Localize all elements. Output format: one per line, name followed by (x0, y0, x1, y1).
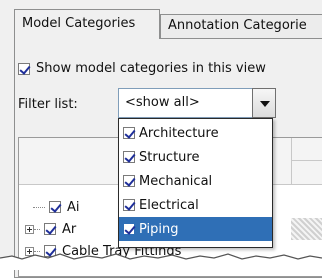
dropdown-item-label: Electrical (139, 197, 199, 213)
dropdown-item-label: Piping (139, 221, 179, 237)
grid-header-divider (291, 160, 322, 161)
checkbox-icon[interactable] (123, 151, 135, 163)
dropdown-item-label: Structure (139, 149, 200, 165)
visibility-graphics-dialog: Model Categories Annotation Categorie Sh… (0, 0, 322, 278)
tree-expander-icon[interactable] (25, 224, 34, 234)
dropdown-arrow-icon[interactable] (252, 88, 276, 118)
dropdown-item-label: Mechanical (139, 173, 213, 189)
dropdown-item[interactable]: Architecture (119, 121, 272, 145)
tree-connector (34, 228, 40, 230)
filter-list-label: Filter list: (18, 97, 78, 112)
dropdown-item[interactable]: Structure (119, 145, 272, 169)
checkbox-icon[interactable] (123, 199, 135, 211)
dropdown-item-selected[interactable]: Piping (119, 217, 272, 241)
grid-column-divider (291, 138, 292, 184)
filter-dropdown-list[interactable]: Architecture Structure Mechanical Electr… (118, 118, 273, 248)
torn-edge (0, 253, 322, 270)
dropdown-item[interactable]: Electrical (119, 193, 272, 217)
grid-hatched-cell (291, 218, 322, 240)
filter-list-combo[interactable]: <show all> (118, 88, 276, 118)
tree-row-label: Ar (62, 221, 77, 237)
tree-connector (33, 206, 45, 208)
checkbox-icon[interactable] (18, 62, 30, 75)
checkbox-icon[interactable] (123, 127, 135, 139)
checkbox-icon[interactable] (123, 175, 135, 187)
dropdown-item[interactable]: Mechanical (119, 169, 272, 193)
tree-row-label: Ai (67, 199, 80, 215)
tab-annotation-categories[interactable]: Annotation Categorie (160, 14, 322, 38)
checkbox-icon[interactable] (44, 223, 56, 235)
checkbox-icon[interactable] (49, 201, 61, 213)
checkbox-icon[interactable] (123, 223, 135, 235)
dropdown-item-label: Architecture (139, 125, 219, 141)
filter-list-value: <show all> (125, 95, 200, 110)
show-model-categories-row[interactable]: Show model categories in this view (18, 61, 266, 76)
show-model-categories-label: Show model categories in this view (36, 61, 266, 76)
tab-model-categories[interactable]: Model Categories (14, 9, 160, 39)
